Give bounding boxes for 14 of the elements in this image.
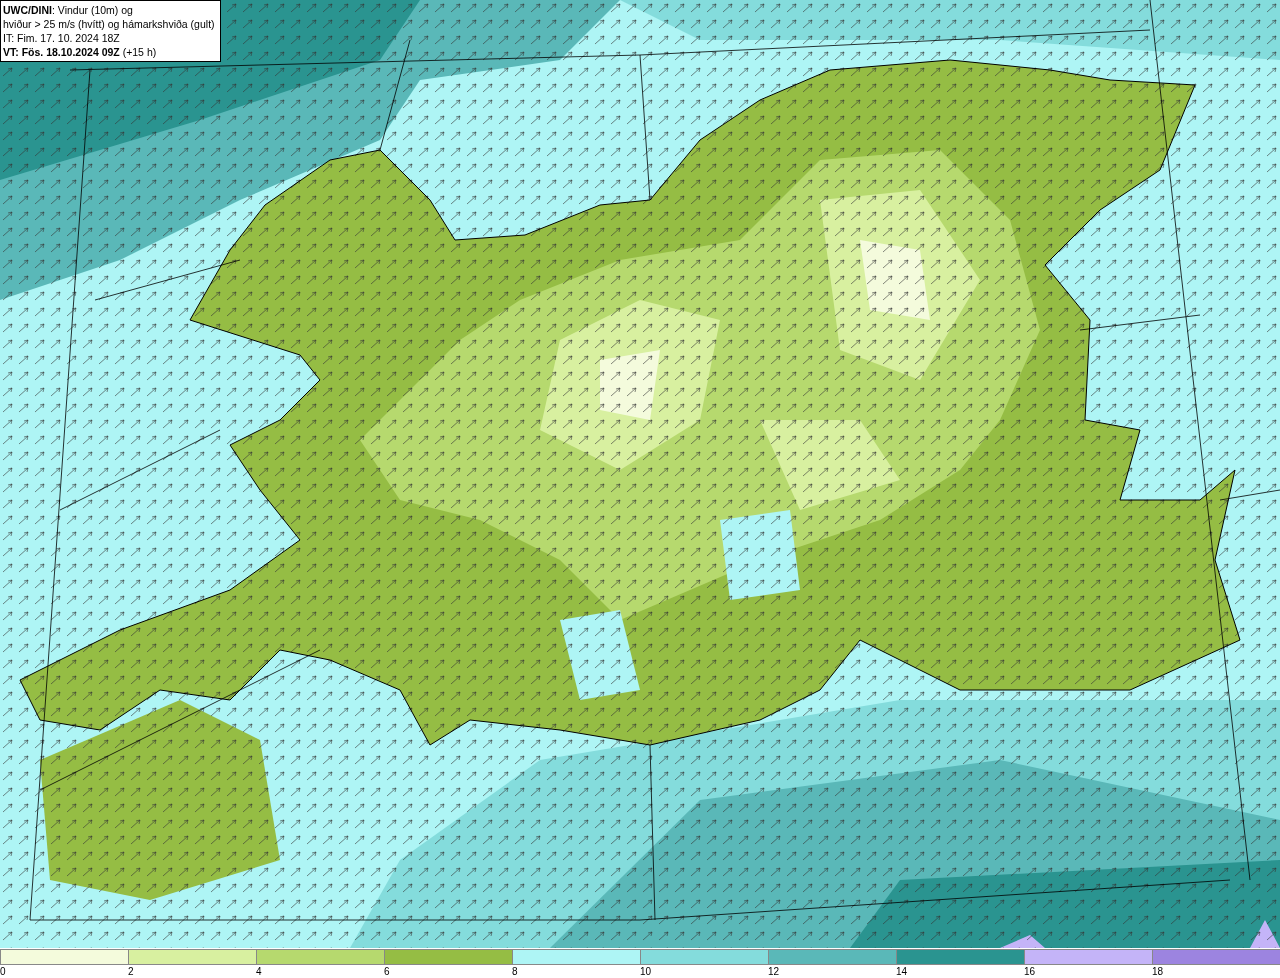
legend-tick-label: 10 <box>640 965 652 978</box>
legend-tick-label: 12 <box>768 965 780 978</box>
title-line: hviður > 25 m/s (hvítt) og hámarkshviða (gult) <box>3 17 215 31</box>
legend-tick-label: 16 <box>1024 965 1036 978</box>
legend-tick-label: 14 <box>896 965 908 978</box>
legend-tick-label: 4 <box>256 965 262 978</box>
title-line: VT: Fös. 18.10.2024 09Z (+15 h) <box>3 45 158 59</box>
title-line: UWC/DINI: Vindur (10m) og <box>3 3 134 17</box>
legend-tick-label: 8 <box>512 965 518 978</box>
legend-tick-label: 6 <box>384 965 390 978</box>
legend-tick-label: 0 <box>0 965 6 978</box>
legend-tick-label: 2 <box>128 965 134 978</box>
title-line: IT: Fim. 17. 10. 2024 18Z <box>3 31 121 45</box>
legend-tick-label: 18 <box>1152 965 1164 978</box>
